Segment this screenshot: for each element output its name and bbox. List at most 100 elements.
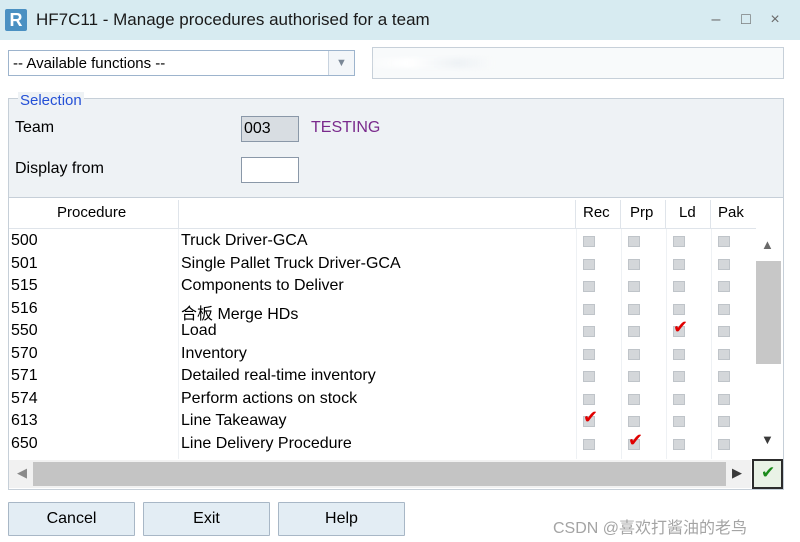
prp-checkbox[interactable]: [628, 371, 640, 382]
rec-checkbox[interactable]: ✔: [583, 408, 598, 427]
rec-checkbox[interactable]: [583, 371, 595, 382]
checkmark-icon: ✔: [673, 317, 689, 337]
scroll-down-icon[interactable]: ▼: [761, 432, 774, 447]
cancel-button[interactable]: Cancel: [8, 502, 135, 536]
ld-checkbox[interactable]: [673, 281, 685, 292]
scroll-left-icon[interactable]: ◀: [17, 465, 27, 481]
ld-checkbox[interactable]: [673, 438, 685, 450]
chevron-down-icon[interactable]: ▼: [328, 51, 354, 75]
ld-checkbox[interactable]: ✔: [673, 318, 688, 337]
prp-checkbox[interactable]: [628, 416, 640, 427]
vertical-scrollbar[interactable]: ▲ ▼: [755, 229, 783, 460]
column-header-name[interactable]: [179, 200, 576, 228]
scroll-right-icon[interactable]: ▶: [732, 465, 742, 481]
prp-checkbox[interactable]: [628, 348, 640, 360]
column-header-ld[interactable]: Ld: [666, 200, 711, 228]
function-description-panel: [372, 47, 784, 79]
pak-checkbox[interactable]: [718, 416, 730, 427]
pak-header-label: Pak: [718, 204, 744, 221]
prp-checkbox[interactable]: ✔: [628, 431, 643, 450]
pak-checkbox[interactable]: [718, 258, 730, 270]
procedure-code: 515: [11, 277, 38, 294]
rec-checkbox[interactable]: [583, 281, 595, 292]
scroll-up-icon[interactable]: ▲: [761, 237, 774, 252]
redacted-text: [373, 58, 495, 68]
table-row[interactable]: 571 Detailed real-time inventory: [9, 365, 755, 388]
procedure-code: 650: [11, 434, 38, 452]
procedure-name: Perform actions on stock: [181, 389, 358, 407]
watermark: CSDN @喜欢打酱油的老鸟: [553, 520, 748, 537]
table-row[interactable]: 501 Single Pallet Truck Driver-GCA: [9, 253, 755, 276]
exit-button[interactable]: Exit: [143, 502, 270, 536]
column-header-rec[interactable]: Rec: [576, 200, 621, 228]
rec-checkbox[interactable]: [583, 303, 595, 315]
prp-checkbox[interactable]: [628, 258, 640, 270]
prp-checkbox[interactable]: [628, 281, 640, 292]
ld-checkbox[interactable]: [673, 303, 685, 315]
pak-checkbox[interactable]: [718, 236, 730, 247]
team-label: Team: [15, 119, 55, 136]
team-code-field: 003: [241, 116, 299, 142]
rec-checkbox[interactable]: [583, 258, 595, 270]
rec-checkbox[interactable]: [583, 393, 595, 405]
table-row[interactable]: 574 Perform actions on stock: [9, 388, 755, 411]
minimize-button[interactable]: –: [705, 9, 727, 31]
checkmark-icon: ✔: [761, 463, 776, 482]
procedure-name: Detailed real-time inventory: [181, 367, 376, 384]
vertical-scroll-thumb[interactable]: [756, 261, 781, 364]
procedure-name: Components to Deliver: [181, 277, 344, 294]
maximize-button[interactable]: □: [735, 9, 757, 31]
table-row[interactable]: 570 Inventory: [9, 343, 755, 366]
rec-checkbox[interactable]: [583, 438, 595, 450]
pak-checkbox[interactable]: [718, 281, 730, 292]
procedure-name: Inventory: [181, 344, 247, 362]
selection-legend: Selection: [18, 92, 84, 109]
procedure-code: 570: [11, 344, 38, 362]
table-row[interactable]: 613 Line Takeaway ✔: [9, 408, 755, 433]
column-header-code[interactable]: Procedure: [9, 200, 179, 228]
procedure-header-label: Procedure: [57, 204, 127, 221]
checkmark-icon: ✔: [628, 429, 644, 450]
app-logo: R: [5, 9, 27, 31]
close-button[interactable]: ×: [764, 9, 786, 31]
confirm-button[interactable]: ✔: [752, 459, 783, 489]
rec-checkbox[interactable]: [583, 348, 595, 360]
ld-checkbox[interactable]: [673, 348, 685, 360]
selection-group: [8, 98, 784, 198]
rec-header-label: Rec: [583, 204, 610, 221]
rec-checkbox[interactable]: [583, 326, 595, 337]
procedure-code: 550: [11, 322, 38, 339]
ld-checkbox[interactable]: [673, 371, 685, 382]
table-row[interactable]: 516 合板 Merge HDs: [9, 298, 755, 323]
pak-checkbox[interactable]: [718, 393, 730, 405]
column-header-pak[interactable]: Pak: [711, 200, 755, 228]
pak-checkbox[interactable]: [718, 348, 730, 360]
table-row[interactable]: 515 Components to Deliver: [9, 275, 755, 298]
title-bar: R HF7C11 - Manage procedures authorised …: [0, 0, 800, 40]
available-functions-value: -- Available functions --: [13, 55, 166, 72]
horizontal-scroll-thumb[interactable]: [33, 462, 726, 486]
pak-checkbox[interactable]: [718, 326, 730, 337]
prp-checkbox[interactable]: [628, 393, 640, 405]
table-row[interactable]: 500 Truck Driver-GCA: [9, 230, 755, 253]
header-separator: [9, 228, 756, 229]
ld-checkbox[interactable]: [673, 258, 685, 270]
ld-checkbox[interactable]: [673, 393, 685, 405]
help-button[interactable]: Help: [278, 502, 405, 536]
column-header-prp[interactable]: Prp: [621, 200, 666, 228]
table-row[interactable]: 650 Line Delivery Procedure ✔: [9, 431, 755, 456]
prp-checkbox[interactable]: [628, 326, 640, 337]
ld-checkbox[interactable]: [673, 236, 685, 247]
available-functions-select[interactable]: -- Available functions -- ▼: [8, 50, 355, 76]
prp-checkbox[interactable]: [628, 303, 640, 315]
ld-checkbox[interactable]: [673, 416, 685, 427]
table-row[interactable]: 550 Load ✔: [9, 318, 755, 343]
prp-checkbox[interactable]: [628, 236, 640, 247]
pak-checkbox[interactable]: [718, 371, 730, 382]
pak-checkbox[interactable]: [718, 303, 730, 315]
rec-checkbox[interactable]: [583, 236, 595, 247]
pak-checkbox[interactable]: [718, 438, 730, 450]
horizontal-scrollbar[interactable]: ◀ ▶: [9, 460, 751, 488]
procedure-code: 516: [11, 299, 38, 317]
display-from-input[interactable]: [241, 157, 299, 183]
